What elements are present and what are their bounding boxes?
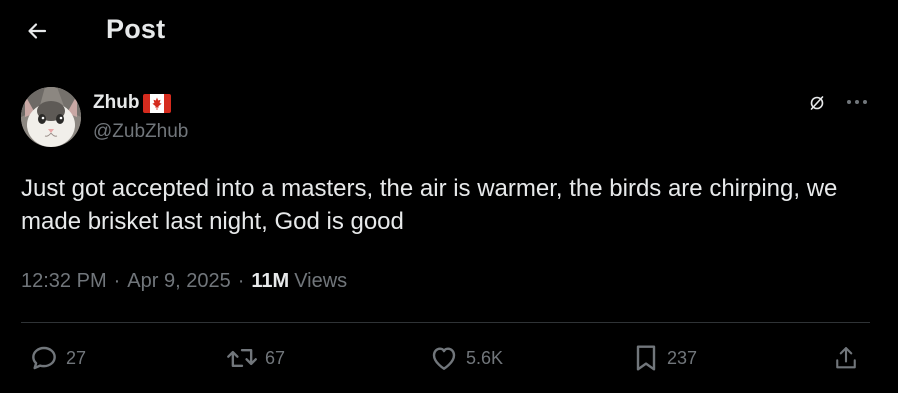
like-button[interactable]: 5.6K xyxy=(428,342,503,374)
share-icon xyxy=(836,347,856,369)
author-handle[interactable]: @ZubZhub xyxy=(93,121,188,143)
more-horizontal-icon xyxy=(847,100,867,104)
canada-flag-icon xyxy=(143,93,172,113)
heart-icon xyxy=(432,347,456,370)
grok-button[interactable] xyxy=(806,92,828,114)
cat-avatar-image xyxy=(21,87,81,147)
back-button[interactable] xyxy=(20,14,54,48)
more-options-button[interactable] xyxy=(842,90,872,114)
post-header: Post xyxy=(0,0,898,62)
display-name[interactable]: Zhub xyxy=(93,92,139,114)
reply-count: 27 xyxy=(66,347,87,368)
reply-icon xyxy=(32,346,56,370)
like-count: 5.6K xyxy=(466,347,504,368)
post-date[interactable]: Apr 9, 2025 xyxy=(127,270,230,293)
share-button[interactable] xyxy=(832,342,860,374)
bookmark-icon xyxy=(636,345,656,371)
avatar[interactable] xyxy=(21,87,81,147)
repost-count: 67 xyxy=(265,347,286,368)
author-name-row[interactable]: Zhub xyxy=(93,92,172,114)
reply-button[interactable]: 27 xyxy=(28,342,86,374)
grok-icon xyxy=(810,96,824,110)
meta-separator: · xyxy=(113,270,121,292)
page-title: Post xyxy=(106,14,166,44)
post-text: Just got accepted into a masters, the ai… xyxy=(21,175,838,235)
arrow-left-icon xyxy=(28,23,47,39)
views-count[interactable]: 11M xyxy=(251,270,289,293)
views-label: Views xyxy=(294,270,348,292)
repost-icon xyxy=(227,348,257,368)
bookmark-count: 237 xyxy=(667,347,698,368)
bookmark-button[interactable]: 237 xyxy=(631,342,697,374)
post-time[interactable]: 12:32 PM xyxy=(21,270,107,293)
repost-button[interactable]: 67 xyxy=(225,342,285,374)
post-meta: 12:32 PM · Apr 9, 2025 · 11M Views xyxy=(21,270,347,293)
divider xyxy=(21,322,870,323)
meta-separator: · xyxy=(237,270,245,292)
